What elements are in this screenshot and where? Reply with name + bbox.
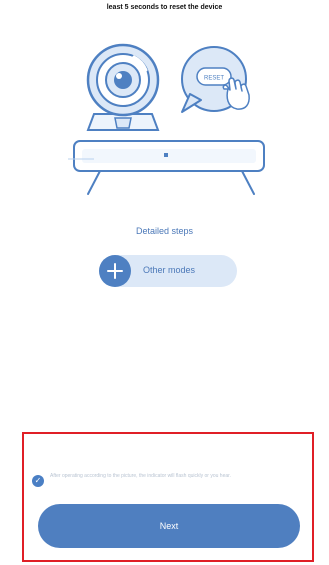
confirm-checkbox[interactable]: ✓	[32, 475, 44, 487]
detailed-steps-link[interactable]: Detailed steps	[0, 226, 329, 236]
plus-icon	[99, 255, 131, 287]
reset-button-text: RESET	[204, 76, 224, 82]
next-button[interactable]: Next	[38, 504, 300, 548]
confirm-text: After operating according to the picture…	[50, 473, 231, 479]
other-modes-label: Other modes	[143, 265, 196, 275]
confirmation-panel: ✓ After operating according to the pictu…	[22, 432, 314, 562]
reset-bubble-icon: RESET	[181, 46, 250, 113]
reset-instruction-text: least 5 seconds to reset the device	[106, 4, 223, 11]
camera-reset-illustration: RESET	[68, 43, 265, 195]
other-modes-button[interactable]: Other modes	[99, 255, 237, 287]
camera-icon	[86, 43, 160, 131]
